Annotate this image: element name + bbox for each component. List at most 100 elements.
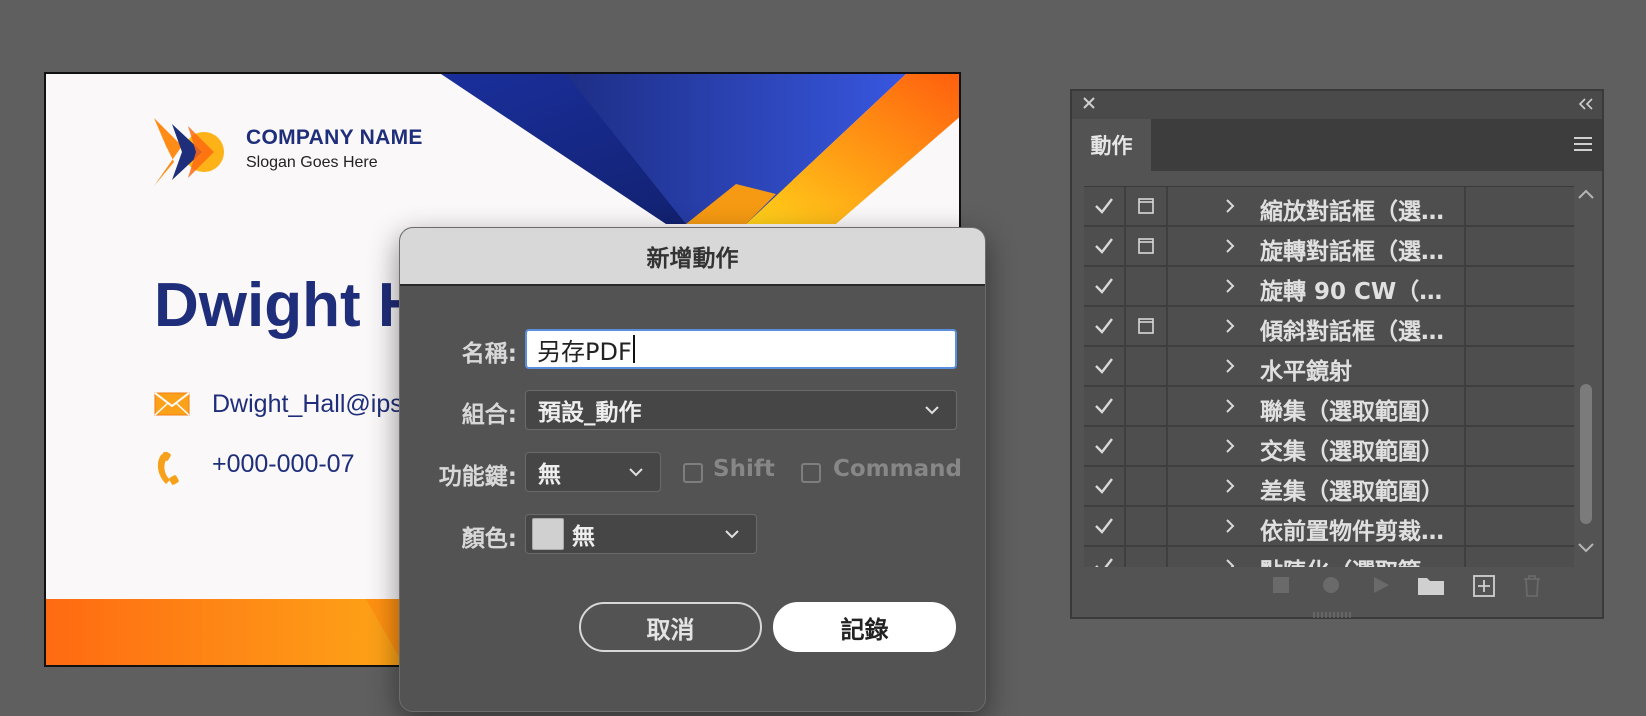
email-text: Dwight_Hall@ips: [212, 390, 403, 418]
record-button[interactable]: 記錄: [773, 602, 956, 652]
trash-icon[interactable]: [1521, 574, 1543, 598]
dialog-toggle[interactable]: [1126, 547, 1168, 567]
chevron-right-icon[interactable]: [1224, 517, 1236, 535]
list-scrollbar[interactable]: [1575, 184, 1597, 560]
action-row[interactable]: 點陣化（選取範…: [1084, 547, 1574, 567]
action-name-cell[interactable]: 傾斜對話框（選…: [1168, 307, 1466, 345]
dialog-toggle[interactable]: [1126, 307, 1168, 345]
chevron-right-icon[interactable]: [1224, 197, 1236, 215]
enable-toggle[interactable]: [1084, 307, 1126, 345]
close-icon[interactable]: [1080, 94, 1098, 112]
enable-toggle[interactable]: [1084, 227, 1126, 265]
action-row[interactable]: 依前置物件剪裁…: [1084, 507, 1574, 547]
dialog-toggle-icon[interactable]: [1137, 317, 1155, 335]
checkmark-icon: [1095, 358, 1113, 374]
enable-toggle[interactable]: [1084, 427, 1126, 465]
company-name: COMPANY NAME: [246, 126, 423, 149]
dialog-toggle[interactable]: [1126, 467, 1168, 505]
panel-footer: [1072, 566, 1602, 610]
action-row[interactable]: 聯集（選取範圍）: [1084, 387, 1574, 427]
dialog-toggle[interactable]: [1126, 427, 1168, 465]
shift-checkbox[interactable]: [683, 463, 703, 483]
dialog-toggle[interactable]: [1126, 267, 1168, 305]
action-row[interactable]: 旋轉對話框（選…: [1084, 227, 1574, 267]
resize-grip-icon[interactable]: [1312, 612, 1352, 618]
enable-toggle[interactable]: [1084, 547, 1126, 567]
action-label: 依前置物件剪裁…: [1260, 519, 1444, 545]
action-row[interactable]: 旋轉 90 CW（…: [1084, 267, 1574, 307]
action-row[interactable]: 交集（選取範圍）: [1084, 427, 1574, 467]
panel-header[interactable]: [1072, 91, 1602, 119]
action-name-cell[interactable]: 聯集（選取範圍）: [1168, 387, 1466, 425]
function-key-select[interactable]: 無: [525, 452, 661, 492]
action-label: 傾斜對話框（選…: [1260, 319, 1444, 345]
action-label: 點陣化（選取範…: [1260, 552, 1444, 567]
new-action-dialog: 新增動作 名稱: 另存PDF 組合: 預設_動作 功能鍵: 無 Shift Co…: [399, 227, 986, 712]
tab-actions[interactable]: 動作: [1072, 119, 1151, 171]
checkmark-icon: [1095, 318, 1113, 334]
action-name-input[interactable]: 另存PDF: [525, 329, 957, 369]
play-icon[interactable]: [1370, 574, 1392, 596]
action-name-cell[interactable]: 依前置物件剪裁…: [1168, 507, 1466, 545]
chevron-right-icon[interactable]: [1224, 397, 1236, 415]
dialog-toggle[interactable]: [1126, 227, 1168, 265]
action-name-cell[interactable]: 差集（選取範圍）: [1168, 467, 1466, 505]
folder-icon[interactable]: [1417, 574, 1445, 596]
email-row: Dwight_Hall@ips: [154, 390, 403, 420]
record-icon[interactable]: [1320, 574, 1342, 596]
action-name-cell[interactable]: 旋轉 90 CW（…: [1168, 267, 1466, 305]
enable-toggle[interactable]: [1084, 347, 1126, 385]
dialog-toggle[interactable]: [1126, 507, 1168, 545]
command-checkbox[interactable]: [801, 463, 821, 483]
action-label: 水平鏡射: [1260, 359, 1352, 385]
chevron-down-icon: [925, 406, 939, 415]
checkmark-icon: [1095, 398, 1113, 414]
action-name-cell[interactable]: 縮放對話框（選…: [1168, 187, 1466, 225]
dialog-toggle-icon[interactable]: [1137, 237, 1155, 255]
function-key-label: 功能鍵:: [438, 464, 517, 490]
stop-icon[interactable]: [1270, 574, 1292, 596]
chevron-right-icon[interactable]: [1224, 277, 1236, 295]
chevron-right-icon[interactable]: [1224, 357, 1236, 375]
chevron-right-icon[interactable]: [1224, 437, 1236, 455]
action-name-cell[interactable]: 水平鏡射: [1168, 347, 1466, 385]
chevron-right-icon[interactable]: [1224, 477, 1236, 495]
action-set-value: 預設_動作: [538, 400, 642, 426]
collapse-icon[interactable]: [1578, 97, 1594, 111]
checkmark-icon: [1095, 478, 1113, 494]
new-action-icon[interactable]: [1472, 574, 1496, 598]
enable-toggle[interactable]: [1084, 507, 1126, 545]
enable-toggle[interactable]: [1084, 187, 1126, 225]
action-row[interactable]: 差集（選取範圍）: [1084, 467, 1574, 507]
command-label: Command: [833, 456, 962, 482]
enable-toggle[interactable]: [1084, 387, 1126, 425]
panel-menu-icon[interactable]: [1572, 135, 1594, 153]
set-label: 組合:: [461, 402, 517, 428]
dialog-titlebar[interactable]: 新增動作: [400, 228, 985, 286]
action-row[interactable]: 傾斜對話框（選…: [1084, 307, 1574, 347]
action-set-select[interactable]: 預設_動作: [525, 390, 957, 430]
enable-toggle[interactable]: [1084, 267, 1126, 305]
checkmark-icon: [1095, 238, 1113, 254]
action-name-cell[interactable]: 旋轉對話框（選…: [1168, 227, 1466, 265]
chevron-right-icon[interactable]: [1224, 237, 1236, 255]
dialog-toggle[interactable]: [1126, 347, 1168, 385]
checkmark-icon: [1095, 438, 1113, 454]
action-name-cell[interactable]: 交集（選取範圍）: [1168, 427, 1466, 465]
cancel-button[interactable]: 取消: [579, 602, 762, 652]
action-label: 差集（選取範圍）: [1260, 479, 1444, 505]
dialog-toggle[interactable]: [1126, 187, 1168, 225]
name-label: 名稱:: [461, 341, 517, 367]
dialog-toggle-icon[interactable]: [1137, 197, 1155, 215]
chevron-right-icon[interactable]: [1224, 317, 1236, 335]
action-name-cell[interactable]: 點陣化（選取範…: [1168, 547, 1466, 567]
action-row[interactable]: 縮放對話框（選…: [1084, 187, 1574, 227]
chevron-down-icon: [725, 530, 739, 539]
enable-toggle[interactable]: [1084, 467, 1126, 505]
brand-logo: [154, 118, 224, 186]
dialog-toggle[interactable]: [1126, 387, 1168, 425]
color-select[interactable]: 無: [525, 514, 757, 554]
action-name-value: 另存PDF: [537, 337, 632, 366]
phone-text: +000-000-07: [212, 450, 355, 478]
action-row[interactable]: 水平鏡射: [1084, 347, 1574, 387]
